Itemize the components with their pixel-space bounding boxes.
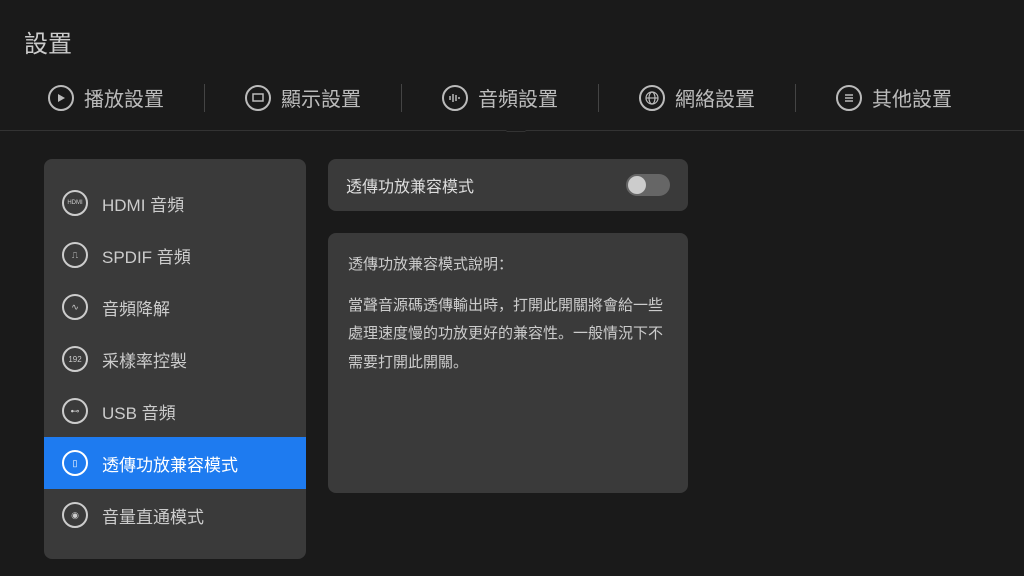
sidebar-item-downmix[interactable]: ∿ 音頻降解 — [44, 281, 306, 333]
tab-other[interactable]: 其他設置 — [828, 83, 960, 112]
tab-audio[interactable]: 音頻設置 — [434, 83, 566, 112]
globe-icon — [639, 85, 665, 111]
sidebar-item-label: SPDIF 音頻 — [102, 243, 191, 268]
display-icon — [245, 85, 271, 111]
separator — [204, 84, 205, 112]
sidebar-item-label: 音量直通模式 — [102, 503, 204, 528]
separator — [401, 84, 402, 112]
toggle-label: 透傳功放兼容模式 — [346, 173, 474, 197]
audio-icon — [442, 85, 468, 111]
sidebar-item-passthrough[interactable]: ▯ 透傳功放兼容模式 — [44, 437, 306, 489]
sidebar-item-volume[interactable]: ◉ 音量直通模式 — [44, 489, 306, 541]
tab-label: 顯示設置 — [281, 83, 361, 112]
play-icon — [48, 85, 74, 111]
sidebar-item-spdif[interactable]: ⎍ SPDIF 音頻 — [44, 229, 306, 281]
usb-icon: ⊷ — [62, 398, 88, 424]
tab-playback[interactable]: 播放設置 — [40, 83, 172, 112]
sidebar-item-label: 透傳功放兼容模式 — [102, 451, 238, 476]
description-title: 透傳功放兼容模式說明： — [348, 251, 668, 280]
content: HDMI HDMI 音頻 ⎍ SPDIF 音頻 ∿ 音頻降解 192 采樣率控製… — [0, 131, 1024, 559]
sidebar-item-label: 音頻降解 — [102, 295, 170, 320]
wave-icon: ∿ — [62, 294, 88, 320]
speaker-icon: ▯ — [62, 450, 88, 476]
khz-icon: 192 — [62, 346, 88, 372]
tab-label: 網絡設置 — [675, 83, 755, 112]
volume-icon: ◉ — [62, 502, 88, 528]
toggle-knob — [628, 176, 646, 194]
tabs-bar: 播放設置 顯示設置 音頻設置 網絡設置 其他設置 — [0, 59, 1024, 131]
separator — [795, 84, 796, 112]
sidebar-item-hdmi[interactable]: HDMI HDMI 音頻 — [44, 177, 306, 229]
passthrough-toggle[interactable] — [626, 174, 670, 196]
list-icon — [836, 85, 862, 111]
sidebar-item-label: 采樣率控製 — [102, 347, 187, 372]
sidebar-item-samplerate[interactable]: 192 采樣率控製 — [44, 333, 306, 385]
tab-network[interactable]: 網絡設置 — [631, 83, 763, 112]
tab-label: 播放設置 — [84, 83, 164, 112]
hdmi-icon: HDMI — [62, 190, 88, 216]
sidebar-item-label: HDMI 音頻 — [102, 191, 184, 216]
page-title: 設置 — [0, 0, 1024, 59]
toggle-row: 透傳功放兼容模式 — [328, 159, 688, 211]
description-body: 當聲音源碼透傳輸出時，打開此開關將會給一些處理速度慢的功放更好的兼容性。一般情況… — [348, 292, 668, 378]
active-tab-indicator — [506, 121, 526, 131]
tab-display[interactable]: 顯示設置 — [237, 83, 369, 112]
spdif-icon: ⎍ — [62, 242, 88, 268]
sidebar-item-usb[interactable]: ⊷ USB 音頻 — [44, 385, 306, 437]
description-card: 透傳功放兼容模式說明： 當聲音源碼透傳輸出時，打開此開關將會給一些處理速度慢的功… — [328, 233, 688, 493]
sidebar-item-label: USB 音頻 — [102, 399, 176, 424]
sidebar: HDMI HDMI 音頻 ⎍ SPDIF 音頻 ∿ 音頻降解 192 采樣率控製… — [44, 159, 306, 559]
right-panel: 透傳功放兼容模式 透傳功放兼容模式說明： 當聲音源碼透傳輸出時，打開此開關將會給… — [328, 159, 688, 559]
tab-label: 音頻設置 — [478, 83, 558, 112]
separator — [598, 84, 599, 112]
tab-label: 其他設置 — [872, 83, 952, 112]
